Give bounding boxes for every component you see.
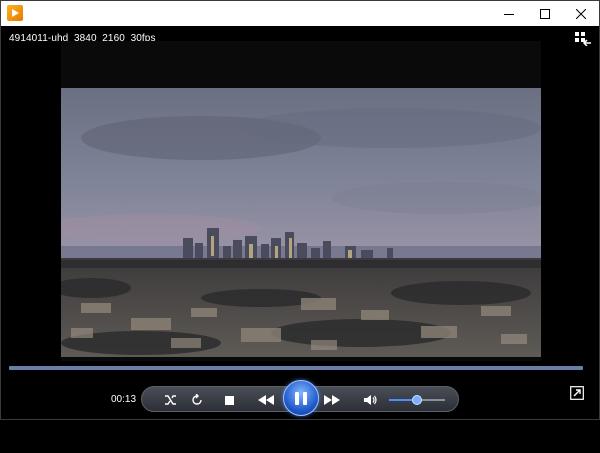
shuffle-button[interactable]: [162, 389, 180, 411]
stop-icon: [224, 395, 234, 405]
current-time: 00:13: [111, 394, 137, 405]
previous-button[interactable]: [254, 389, 278, 411]
mute-button[interactable]: [362, 389, 380, 411]
play-pause-button[interactable]: [283, 380, 319, 416]
maximize-button[interactable]: [527, 1, 563, 26]
close-icon: [576, 8, 586, 19]
fullscreen-icon: [570, 386, 584, 400]
switch-to-library-icon: [575, 32, 591, 47]
switch-to-library-button[interactable]: [575, 32, 591, 47]
minimize-icon: [504, 13, 514, 15]
next-icon: [324, 395, 340, 405]
volume-slider[interactable]: [389, 395, 445, 405]
close-button[interactable]: [563, 1, 599, 26]
title-bar[interactable]: [1, 1, 599, 26]
repeat-button[interactable]: [188, 389, 206, 411]
maximize-icon: [540, 8, 550, 19]
shuffle-icon: [165, 395, 176, 405]
fullscreen-button[interactable]: [570, 386, 584, 400]
previous-icon: [258, 395, 274, 405]
pause-icon: [293, 391, 309, 405]
seek-bar[interactable]: [9, 366, 583, 370]
volume-icon: [364, 395, 377, 405]
next-button[interactable]: [320, 389, 344, 411]
minimize-button[interactable]: [491, 1, 527, 26]
media-player-icon[interactable]: [7, 5, 23, 21]
stop-button[interactable]: [220, 389, 238, 411]
volume-slider-thumb[interactable]: [412, 395, 422, 405]
repeat-icon: [192, 394, 202, 405]
city-skyline-video-image: [61, 88, 541, 357]
video-frame[interactable]: [61, 88, 541, 357]
media-player-window: 4914011-uhd_3840_2160_30fps 00:13: [0, 0, 600, 420]
